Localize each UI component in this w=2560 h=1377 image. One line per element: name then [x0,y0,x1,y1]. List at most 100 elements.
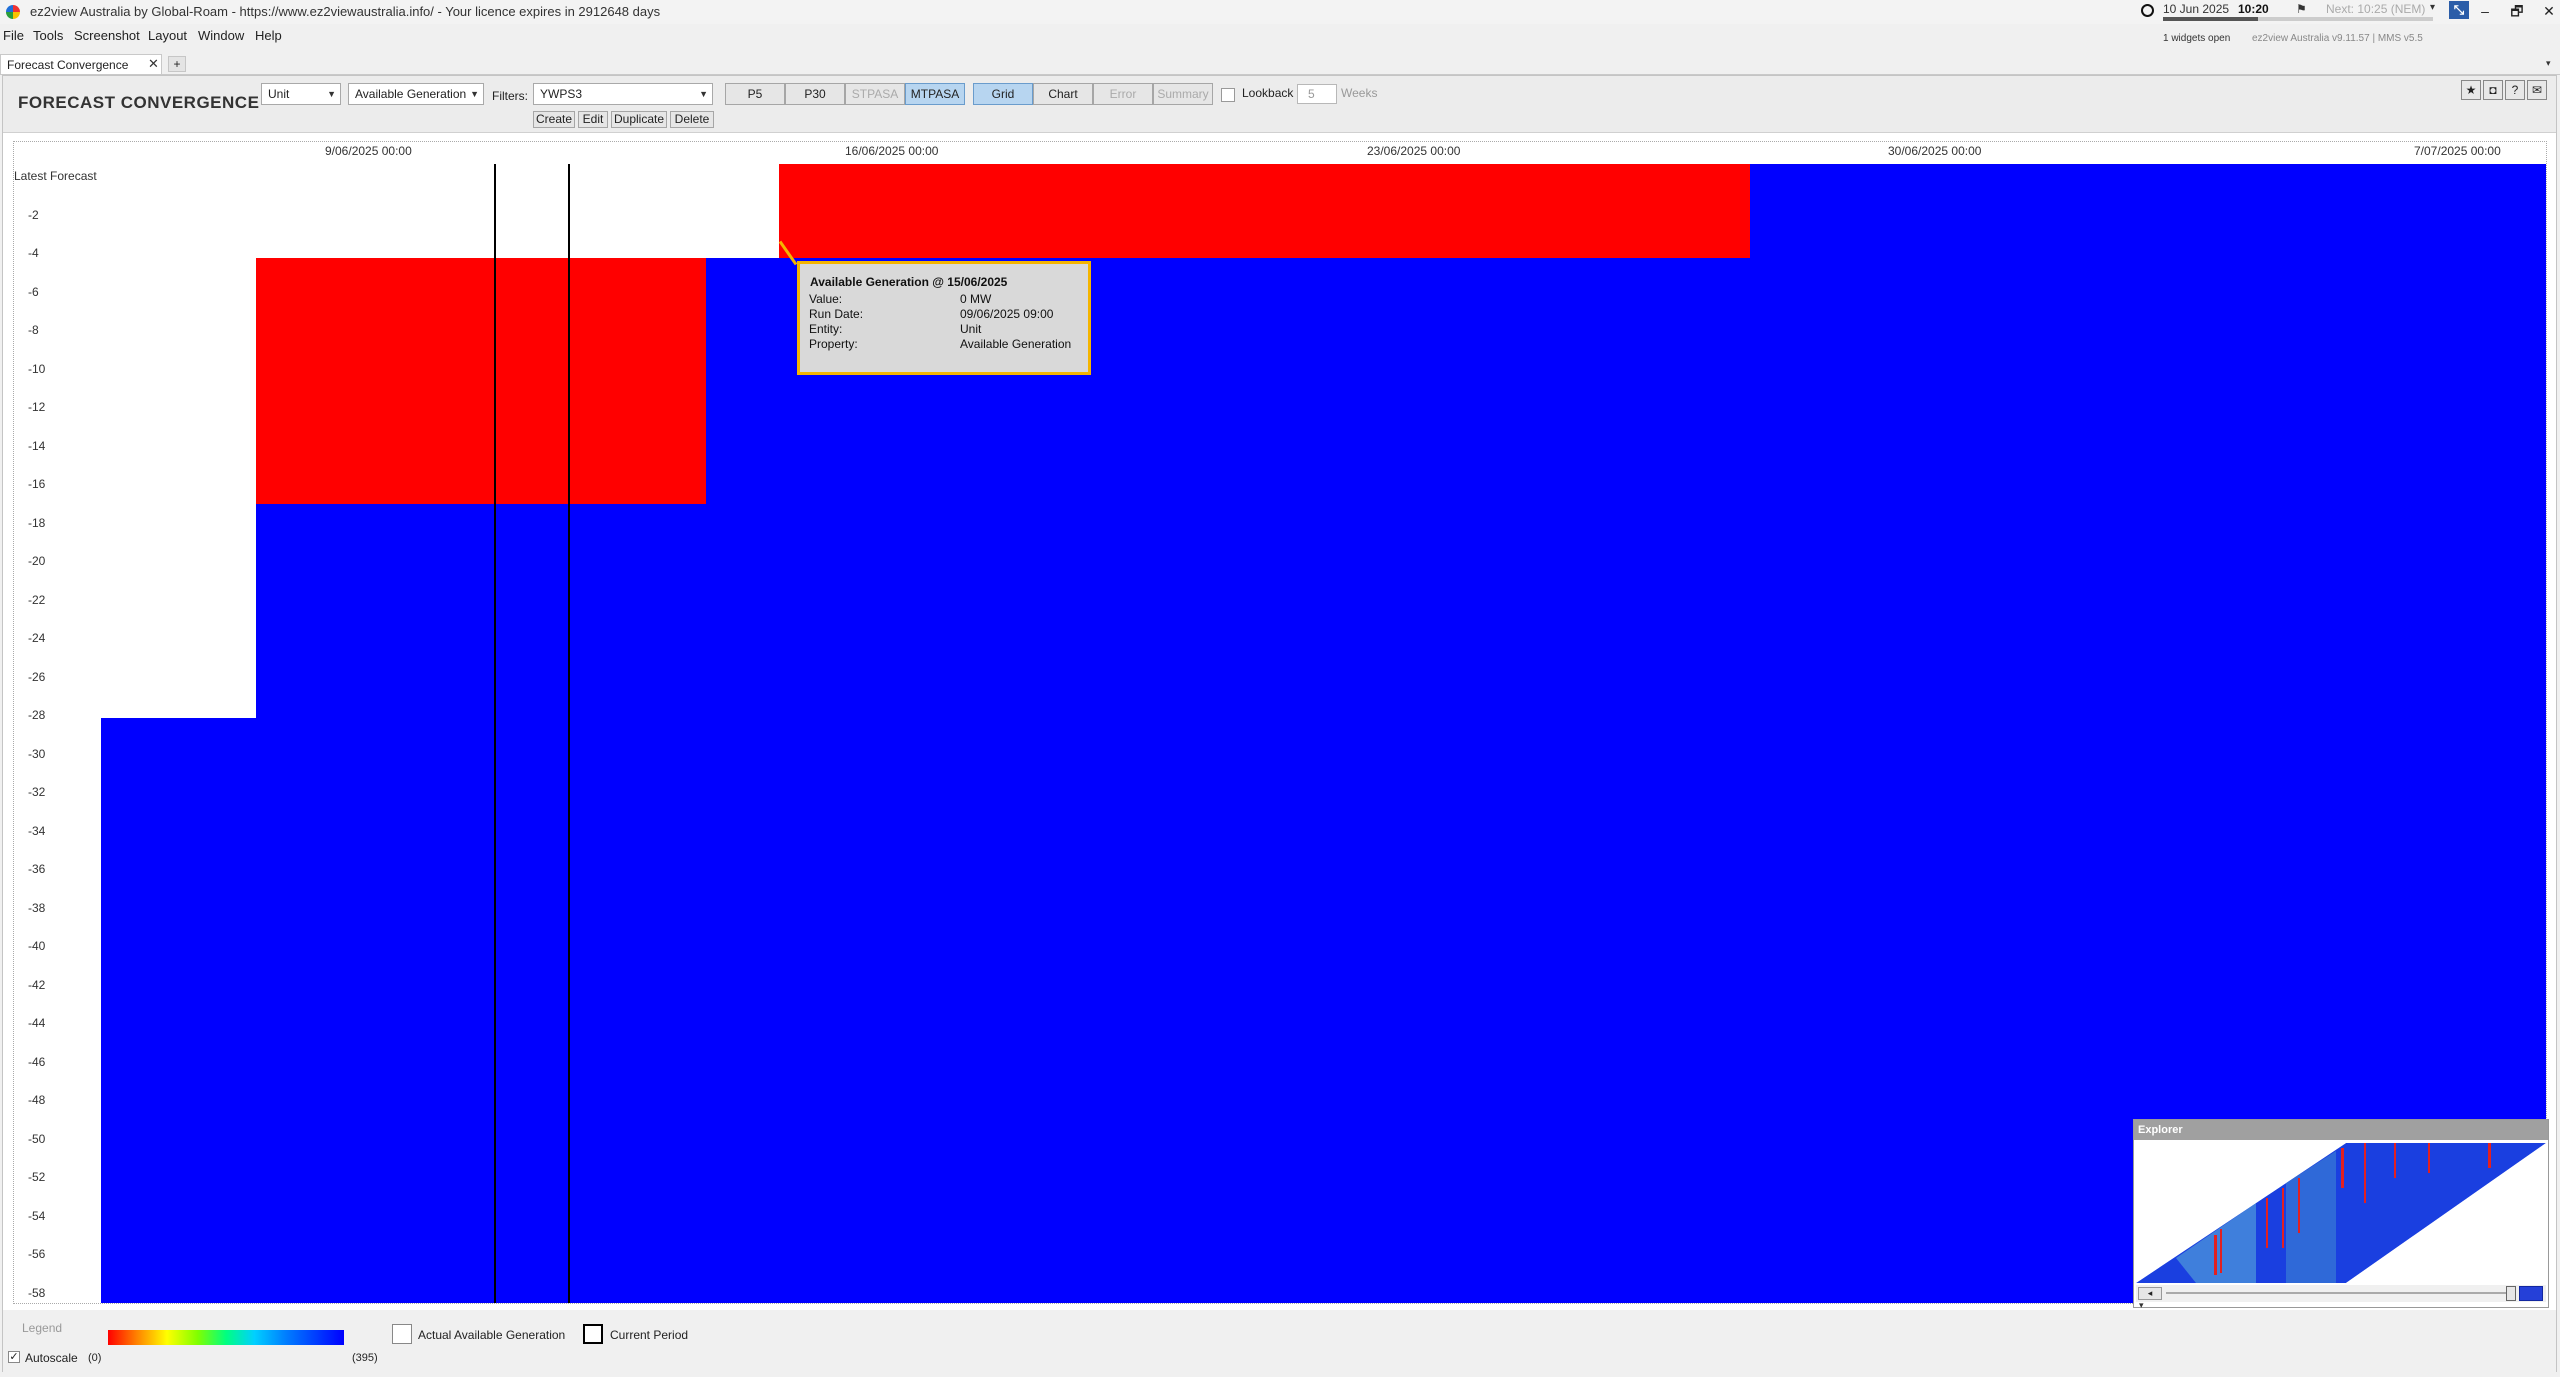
clock-icon [2141,4,2154,17]
explorer-minimap[interactable] [2136,1143,2546,1283]
lookback-checkbox[interactable] [1221,88,1235,102]
chevron-down-icon[interactable]: ▾ [2546,58,2551,69]
heatmap-cell-low[interactable] [256,258,706,504]
source-stpasa-button[interactable]: STPASA [845,83,905,105]
x-tick-label: 23/06/2025 00:00 [1367,144,1461,158]
source-p5-button[interactable]: P5 [725,83,785,105]
y-axis-latest-label: Latest Forecast [14,169,97,183]
source-p30-button[interactable]: P30 [785,83,845,105]
menu-help[interactable]: Help [255,28,282,43]
entity-select[interactable]: Unit ▼ [261,83,341,105]
pin-widget-icon[interactable]: ⤡ [2449,1,2469,19]
create-button[interactable]: Create [533,111,575,128]
legend-color-scale [108,1330,344,1345]
legend-area [3,1310,2556,1372]
filter-select[interactable]: YWPS3 ▼ [533,83,713,105]
y-tick-label: -18 [28,515,46,530]
comment-icon[interactable]: ✉ [2527,80,2547,100]
widgets-open-count: 1 widgets open [2163,33,2231,44]
x-tick-label: 7/07/2025 00:00 [2414,144,2501,158]
help-icon[interactable]: ? [2505,80,2525,100]
y-tick-label: -38 [28,900,46,915]
legend-label: Legend [22,1321,63,1335]
y-tick-label: -22 [28,592,46,607]
tooltip-key: Run Date: [809,307,864,321]
restore-button[interactable]: 🗗 [2502,1,2532,21]
title-bar: ez2view Australia by Global-Roam - https… [0,0,2560,24]
y-tick-label: -42 [28,977,46,992]
tooltip-title: Available Generation @ 15/06/2025 [810,275,1008,289]
y-tick-label: -16 [28,477,46,491]
interval-progress-bar [2163,17,2433,21]
tab-bar [0,54,2560,75]
chevron-down-icon: ▼ [470,89,479,99]
scroll-track[interactable] [2166,1292,2506,1294]
property-select[interactable]: Available Generation ▼ [348,83,484,105]
menu-layout[interactable]: Layout [148,28,187,43]
menu-window[interactable]: Window [198,28,244,43]
camera-icon[interactable]: ◘ [2483,80,2503,100]
y-tick-label: -28 [28,708,46,722]
scroll-thumb[interactable] [2506,1286,2516,1301]
legend-max-value: (395) [352,1352,378,1364]
menu-screenshot[interactable]: Screenshot [74,28,140,43]
y-tick-label: -44 [28,1016,46,1030]
market-date: 10 Jun 2025 [2163,2,2230,16]
autoscale-label: Autoscale [25,1351,78,1365]
x-axis: 9/06/2025 00:00 16/06/2025 00:00 23/06/2… [13,142,2547,164]
heatmap-cell-low[interactable] [779,164,1750,258]
add-tab-button[interactable]: + [168,56,186,72]
flag-icon[interactable]: ⚑ [2296,2,2307,16]
property-select-value: Available Generation [355,87,467,101]
y-tick-label: -34 [28,823,46,838]
scroll-left-button[interactable]: ◂ [2138,1287,2162,1300]
tooltip-value: 0 MW [960,292,992,306]
source-mtpasa-button[interactable]: MTPASA [905,83,965,105]
view-chart-button[interactable]: Chart [1033,83,1093,105]
menu-tools[interactable]: Tools [33,28,63,43]
view-grid-button[interactable]: Grid [973,83,1033,105]
y-tick-label: -2 [28,207,39,222]
legend-min-value: (0) [88,1352,102,1364]
current-period-toggle[interactable] [583,1324,603,1344]
close-button[interactable]: ✕ [2534,1,2560,21]
y-tick-label: -48 [28,1093,46,1107]
window-title: ez2view Australia by Global-Roam - https… [30,4,661,19]
menu-file[interactable]: File [3,28,24,43]
y-tick-label: -32 [28,785,46,799]
view-error-button[interactable]: Error [1093,83,1153,105]
explorer-scrollbar[interactable]: ◂ [2136,1285,2546,1302]
y-tick-label: -14 [28,438,46,453]
app-logo-icon [6,5,20,19]
star-icon[interactable]: ★ [2461,80,2481,100]
x-tick-label: 16/06/2025 00:00 [845,144,939,158]
edit-button[interactable]: Edit [578,111,608,128]
tab-forecast-convergence[interactable]: Forecast Convergence ✕ [0,54,162,74]
y-tick-label: -26 [28,669,46,684]
y-tick-label: -12 [28,400,46,414]
next-interval-label: Next: 10:25 (NEM) [2326,2,2426,16]
explorer-panel[interactable]: Explorer ◂ [2133,1119,2549,1308]
interval-progress-fill [2163,17,2258,21]
lookback-weeks-stepper[interactable]: 5 [1297,84,1337,104]
autoscale-checkbox[interactable]: ✓ [8,1351,20,1363]
y-tick-label: -52 [28,1170,46,1184]
view-summary-button[interactable]: Summary [1153,83,1213,105]
y-tick-label: -56 [28,1247,46,1261]
y-tick-label: -20 [28,554,46,568]
y-tick-label: -30 [28,746,46,761]
y-tick-label: -54 [28,1208,46,1223]
delete-button[interactable]: Delete [670,111,714,128]
scroll-right-button[interactable] [2519,1286,2543,1301]
chevron-down-icon[interactable]: ▾ [2430,2,2435,13]
minimize-button[interactable]: – [2470,1,2500,21]
duplicate-button[interactable]: Duplicate [611,111,667,128]
chevron-down-icon: ▼ [327,89,336,99]
close-tab-icon[interactable]: ✕ [148,56,159,72]
actual-generation-toggle[interactable] [392,1324,412,1344]
current-period-label: Current Period [610,1328,689,1342]
y-axis: Latest Forecast -2 -4 -6 -8 -10 -12 -14 -16 -18 -2… [13,164,99,1303]
current-period-line [568,164,570,1303]
lookback-label: Lookback [1242,86,1294,100]
heatmap-cell-empty [101,258,256,718]
